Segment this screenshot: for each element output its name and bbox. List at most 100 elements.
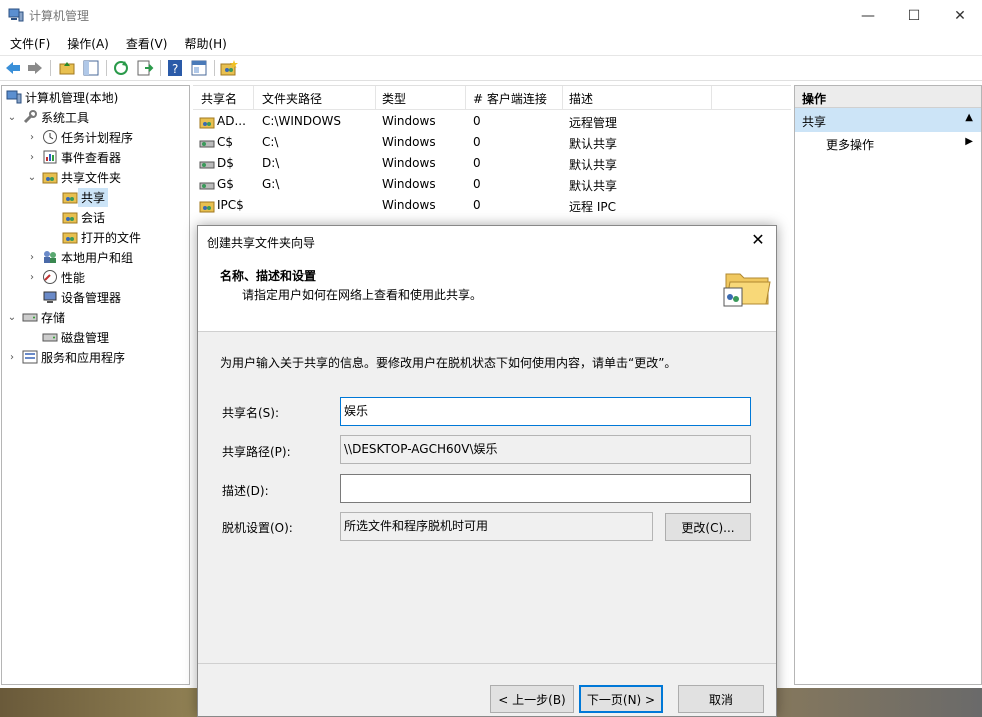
change-offline-button[interactable]: 更改(C)... [665, 513, 751, 541]
share-name: IPC$ [217, 198, 244, 212]
offline-settings-field[interactable]: 所选文件和程序脱机时可用 [340, 512, 653, 541]
share-name-input[interactable]: 娱乐 [340, 397, 751, 426]
tree-item-storage[interactable]: ⌄ 存储 [6, 307, 65, 327]
up-folder-icon[interactable] [58, 59, 76, 77]
tree-item-system-tools[interactable]: ⌄ 系统工具 [6, 107, 89, 127]
tree-item-local-users-groups[interactable]: › 本地用户和组 [26, 247, 133, 267]
tree-item-computer-management[interactable]: 计算机管理(本地) [6, 87, 118, 107]
tree-label: 存储 [41, 310, 66, 325]
table-row[interactable]: C$ C:\ Windows 0 默认共享 [193, 132, 791, 153]
cancel-button[interactable]: 取消 [678, 685, 764, 713]
dialog-title: 创建共享文件夹向导 [207, 236, 316, 250]
share-icon [199, 201, 215, 213]
wizard-body: 为用户输入关于共享的信息。要修改用户在脱机状态下如何使用内容，请单击“更改”。 … [198, 332, 776, 664]
share-path-field[interactable]: \\DESKTOP-AGCH60V\娱乐 [340, 435, 751, 464]
chevron-right-icon[interactable]: › [26, 272, 38, 283]
tree-item-open-files[interactable]: 打开的文件 [62, 227, 141, 247]
back-arrow-icon[interactable] [4, 59, 22, 77]
event-viewer-icon [43, 150, 57, 164]
wizard-heading: 名称、描述和设置 [220, 269, 317, 283]
chevron-down-icon[interactable]: ⌄ [6, 112, 18, 123]
tree-label: 本地用户和组 [61, 250, 134, 265]
actions-section-label: 共享 [802, 115, 827, 129]
table-row[interactable]: IPC$ Windows 0 远程 IPC [193, 195, 791, 216]
column-share-name[interactable]: 共享名 [201, 90, 237, 107]
tree-label: 打开的文件 [81, 230, 142, 245]
drive-share-icon [199, 182, 215, 190]
next-button[interactable]: 下一页(N) > [579, 685, 663, 713]
actions-section-shares[interactable]: 共享 ▲ [795, 108, 981, 132]
tree-item-disk-management[interactable]: 磁盘管理 [42, 327, 109, 347]
share-type: Windows [382, 156, 436, 170]
tree-item-performance[interactable]: › 性能 [26, 267, 85, 287]
tree-label: 任务计划程序 [61, 130, 134, 145]
tree-item-device-manager[interactable]: 设备管理器 [42, 287, 121, 307]
table-row[interactable]: G$ G:\ Windows 0 默认共享 [193, 174, 791, 195]
users-icon [44, 251, 56, 263]
share-description: 默认共享 [569, 179, 618, 193]
tree-item-sessions[interactable]: 会话 [62, 207, 105, 227]
open-files-icon [62, 232, 78, 244]
computer-icon [6, 90, 22, 104]
help-icon[interactable]: ? [166, 59, 184, 77]
close-window-button[interactable]: ✕ [937, 0, 982, 31]
more-actions-item[interactable]: 更多操作 ▶ [795, 132, 981, 154]
tree-item-shares[interactable]: 共享 [62, 187, 109, 207]
share-icon [62, 192, 78, 204]
collapse-up-icon[interactable]: ▲ [965, 112, 973, 123]
column-client-connections[interactable]: # 客户端连接 [473, 90, 547, 107]
maximize-button[interactable]: ☐ [891, 0, 937, 31]
chevron-right-icon[interactable]: › [26, 132, 38, 143]
tree-label: 会话 [81, 210, 106, 225]
share-description: 远程管理 [569, 116, 618, 130]
chevron-down-icon[interactable]: ⌄ [6, 312, 18, 323]
shared-folder-icon [42, 172, 58, 184]
description-input[interactable] [340, 474, 751, 503]
tree-item-event-viewer[interactable]: › 事件查看器 [26, 147, 121, 167]
list-header: 共享名 文件夹路径 类型 # 客户端连接 描述 [193, 86, 791, 110]
properties-icon[interactable] [190, 59, 208, 77]
table-row[interactable]: D$ D:\ Windows 0 默认共享 [193, 153, 791, 174]
menu-help[interactable]: 帮助(H) [174, 31, 233, 53]
tree-label: 共享文件夹 [61, 170, 122, 185]
tree-item-task-scheduler[interactable]: › 任务计划程序 [26, 127, 133, 147]
column-type[interactable]: 类型 [382, 90, 406, 107]
menu-file[interactable]: 文件(F) [0, 31, 57, 53]
toolbar: ? [0, 55, 982, 81]
share-type: Windows [382, 135, 436, 149]
chevron-right-icon[interactable]: › [6, 352, 18, 363]
submenu-arrow-icon: ▶ [965, 136, 973, 147]
forward-arrow-icon[interactable] [26, 59, 44, 77]
client-connections: 0 [473, 156, 481, 170]
folder-path: D:\ [262, 156, 280, 170]
export-list-icon[interactable] [136, 59, 154, 77]
share-icon [199, 117, 215, 129]
tree-label: 磁盘管理 [61, 330, 110, 345]
close-icon: ✕ [954, 7, 966, 24]
tree-item-shared-folders[interactable]: ⌄ 共享文件夹 [26, 167, 121, 187]
tree-label: 系统工具 [41, 110, 90, 125]
minimize-button[interactable]: — [845, 0, 891, 31]
share-type: Windows [382, 114, 436, 128]
title-bar: 计算机管理 — ☐ ✕ [0, 0, 982, 31]
chevron-right-icon[interactable]: › [26, 252, 38, 263]
share-name: AD... [217, 114, 246, 128]
tree-item-services-apps[interactable]: › 服务和应用程序 [6, 347, 125, 367]
chevron-right-icon[interactable]: › [26, 152, 38, 163]
menu-view[interactable]: 查看(V) [116, 31, 175, 53]
column-description[interactable]: 描述 [569, 90, 593, 107]
share-type: Windows [382, 198, 436, 212]
column-folder-path[interactable]: 文件夹路径 [262, 90, 322, 107]
chevron-down-icon[interactable]: ⌄ [26, 172, 38, 183]
refresh-icon[interactable] [112, 59, 130, 77]
tree-label: 服务和应用程序 [41, 350, 126, 365]
show-hide-tree-icon[interactable] [82, 59, 100, 77]
back-button[interactable]: < 上一步(B) [490, 685, 574, 713]
tree-label: 设备管理器 [61, 290, 122, 305]
wizard-header: 名称、描述和设置 请指定用户如何在网络上查看和使用此共享。 [198, 256, 776, 332]
dialog-close-button[interactable]: ✕ [748, 230, 768, 250]
actions-header: 操作 [795, 86, 981, 108]
table-row[interactable]: AD... C:\WINDOWS Windows 0 远程管理 [193, 111, 791, 132]
new-share-icon[interactable] [220, 59, 238, 77]
menu-action[interactable]: 操作(A) [57, 31, 116, 53]
